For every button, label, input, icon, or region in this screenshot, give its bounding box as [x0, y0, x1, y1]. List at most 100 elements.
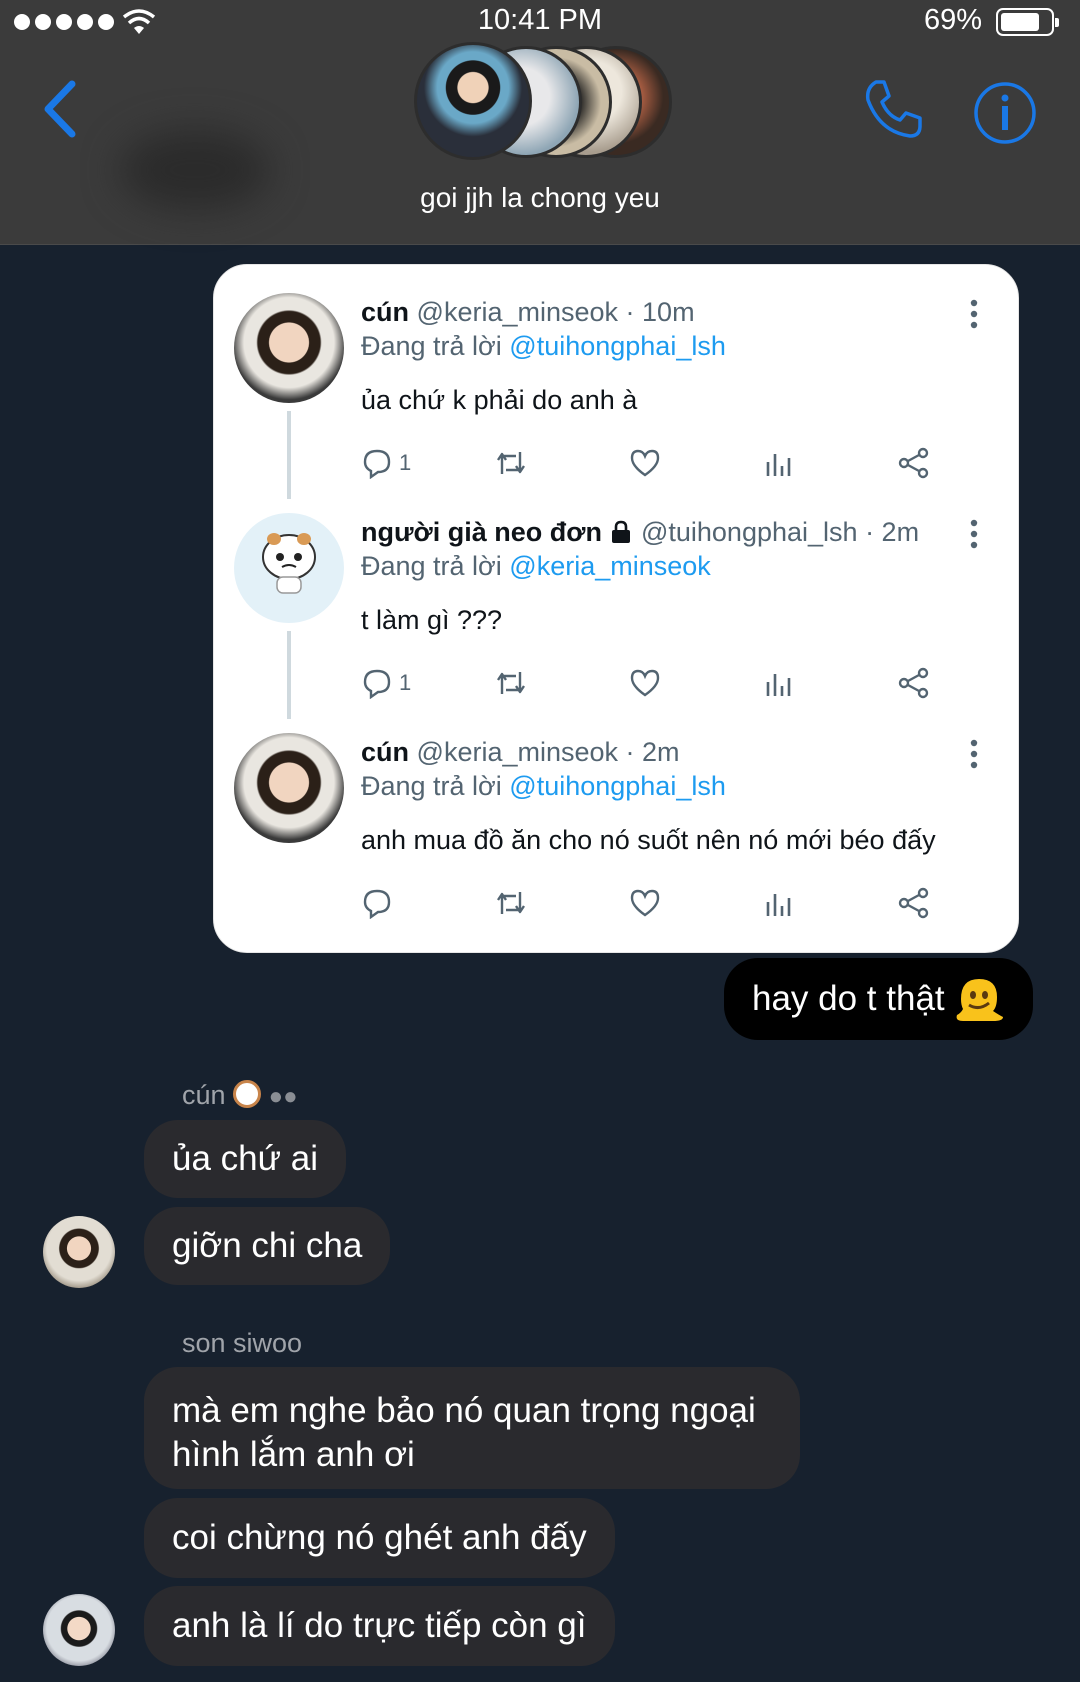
member-avatar: [414, 42, 532, 160]
more-options-icon: [970, 739, 978, 769]
heart-icon: [630, 449, 660, 477]
tweet-avatar: [234, 513, 344, 623]
tweet-time: · 2m: [625, 737, 680, 767]
reply-count: 1: [399, 670, 412, 695]
analytics-action: [763, 885, 793, 921]
tweet-time: · 10m: [625, 297, 695, 327]
replying-to: Đang trả lời @tuihongphai_lsh: [361, 331, 726, 362]
mention-link: @keria_minseok: [509, 551, 711, 581]
message-text: ủa chứ ai: [172, 1139, 319, 1178]
message-text: mà em nghe bảo nó quan trọng ngoại hình …: [172, 1391, 756, 1474]
incoming-message[interactable]: ủa chứ ai: [144, 1120, 347, 1198]
analytics-icon: [766, 894, 791, 916]
sender-name: son siwoo: [182, 1328, 303, 1358]
share-icon: [898, 887, 929, 919]
retweet-icon: [497, 452, 525, 474]
lock-icon: [612, 520, 631, 543]
tweet: người già neo đơn @tuihongphai_lsh · 2m …: [214, 485, 1018, 719]
incoming-message[interactable]: coi chừng nó ghét anh đấy: [144, 1498, 615, 1578]
tweet-handle: @tuihongphai_lsh: [640, 517, 858, 547]
message-text: giỡn chi cha: [172, 1226, 363, 1265]
analytics-action: [763, 445, 793, 481]
tweet-actions: 1: [361, 665, 1001, 701]
tweet-avatar: [234, 293, 344, 403]
incoming-message[interactable]: mà em nghe bảo nó quan trọng ngoại hình …: [144, 1367, 800, 1489]
sender-name-text: cún: [182, 1080, 226, 1110]
tweet: cún @keria_minseok · 10m Đang trả lời @t…: [214, 265, 1018, 499]
message-text: coi chừng nó ghét anh đấy: [172, 1518, 587, 1557]
tweet: cún @keria_minseok · 2m Đang trả lời @tu…: [214, 705, 1018, 925]
message-text: hay do t thật: [752, 979, 945, 1018]
tweet-header: cún @keria_minseok · 2m: [361, 737, 680, 768]
tweet-screenshot-image[interactable]: cún @keria_minseok · 10m Đang trả lời @t…: [213, 264, 1019, 953]
back-chevron-icon[interactable]: [38, 78, 82, 140]
incoming-message[interactable]: giỡn chi cha: [144, 1207, 391, 1285]
melting-face-emoji-icon: [956, 979, 1003, 1021]
battery-icon: [996, 8, 1059, 36]
avatar[interactable]: [43, 1216, 115, 1288]
info-icon[interactable]: [972, 80, 1038, 146]
tweet-author-name: người già neo đơn: [361, 517, 602, 547]
like-action: [629, 885, 661, 921]
status-bar: 10:41 PM 69%: [0, 0, 1080, 44]
clock: 10:41 PM: [477, 4, 603, 36]
message-text: anh là lí do trực tiếp còn gì: [172, 1606, 587, 1645]
heart-icon: [630, 889, 660, 917]
share-action: [897, 445, 931, 481]
heart-icon: [630, 669, 660, 697]
tweet-time: · 2m: [865, 517, 920, 547]
like-action: [629, 445, 661, 481]
outgoing-message[interactable]: hay do t thật: [724, 958, 1033, 1040]
analytics-icon: [766, 454, 791, 476]
retweet-icon: [497, 672, 525, 694]
dog-emoji-icon: [233, 1080, 262, 1108]
sender-name: cún ●●: [182, 1080, 298, 1111]
more-options-icon: [970, 299, 978, 329]
replying-prefix: Đang trả lời: [361, 331, 502, 361]
paw-prints-icon: ●●: [268, 1083, 298, 1110]
reply-action: 1: [361, 665, 411, 701]
tweet-header: người già neo đơn @tuihongphai_lsh · 2m: [361, 517, 919, 548]
tweet-text: t làm gì ???: [361, 605, 503, 635]
reply-icon: [363, 889, 391, 919]
reply-count: 1: [399, 450, 412, 475]
avatar[interactable]: [43, 1594, 115, 1666]
tweet-text: anh mua đồ ăn cho nó suốt nên nó mới béo…: [361, 825, 936, 855]
phone-icon[interactable]: [862, 78, 924, 140]
analytics-icon: [766, 674, 791, 696]
retweet-action: [494, 445, 528, 481]
share-icon: [898, 447, 929, 479]
chat-header: 10:41 PM 69% goi jjh la chong yeu: [0, 0, 1080, 245]
tweet-header: cún @keria_minseok · 10m: [361, 297, 695, 328]
retweet-icon: [497, 892, 525, 914]
group-avatar-stack[interactable]: [412, 42, 672, 162]
tweet-handle: @keria_minseok: [416, 737, 619, 767]
battery-percent: 69%: [924, 4, 983, 36]
mention-link: @tuihongphai_lsh: [509, 771, 726, 801]
analytics-action: [763, 665, 793, 701]
more-options-icon: [970, 519, 978, 549]
retweet-action: [494, 885, 528, 921]
share-icon: [898, 667, 929, 699]
like-action: [629, 665, 661, 701]
incoming-message[interactable]: anh là lí do trực tiếp còn gì: [144, 1586, 615, 1666]
share-action: [897, 885, 931, 921]
tweet-author-name: cún: [361, 297, 410, 327]
tweet-actions: 1: [361, 445, 1001, 481]
tweet-actions: [361, 885, 1001, 921]
reply-action: [361, 885, 399, 921]
tweet-avatar: [234, 733, 344, 843]
replying-to: Đang trả lời @tuihongphai_lsh: [361, 771, 726, 802]
retweet-action: [494, 665, 528, 701]
replying-prefix: Đang trả lời: [361, 771, 502, 801]
tweet-text: ủa chứ k phải do anh à: [361, 385, 638, 415]
reply-icon: [363, 449, 391, 479]
group-name: goi jjh la chong yeu: [420, 182, 660, 213]
reply-action: 1: [361, 445, 411, 481]
replying-to: Đang trả lời @keria_minseok: [361, 551, 711, 582]
mention-link: @tuihongphai_lsh: [509, 331, 726, 361]
tweet-handle: @keria_minseok: [416, 297, 619, 327]
share-action: [897, 665, 931, 701]
hamster-sticker-icon: [262, 533, 316, 594]
reply-icon: [363, 669, 391, 699]
